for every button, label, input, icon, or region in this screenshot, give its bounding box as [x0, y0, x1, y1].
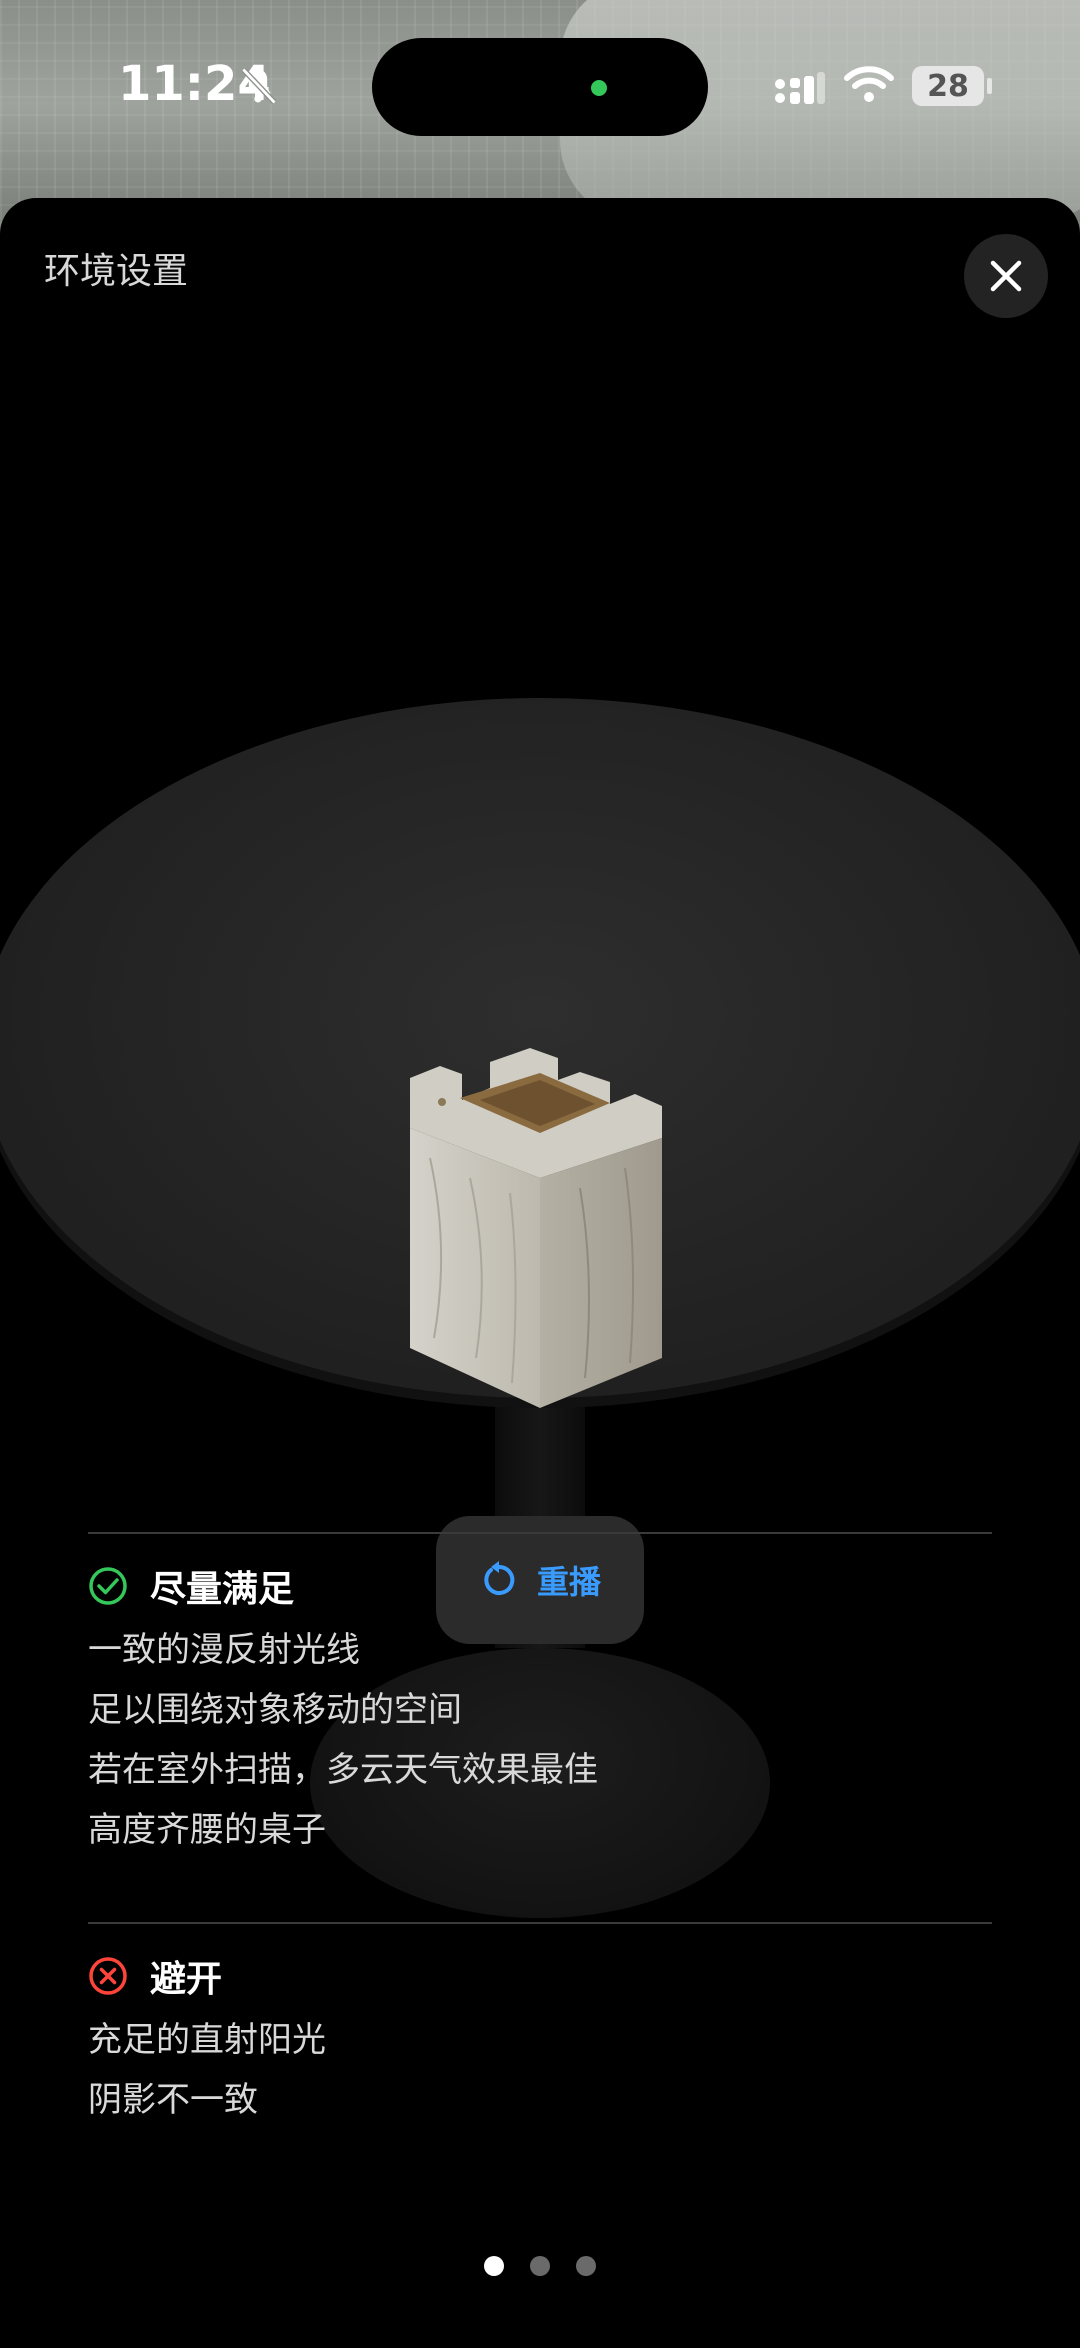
page-dot-active[interactable]	[484, 2256, 504, 2276]
do-item: 足以围绕对象移动的空间	[88, 1690, 462, 1730]
page-indicator[interactable]	[484, 2256, 596, 2276]
avoid-section-title: 避开	[150, 1959, 223, 2000]
camera-indicator-dot	[591, 80, 607, 96]
battery-level: 28	[927, 68, 969, 104]
wooden-tower-object	[410, 1048, 662, 1408]
battery-indicator: 28	[912, 66, 984, 106]
section-divider	[88, 1532, 992, 1534]
do-section-title: 尽量满足	[150, 1569, 295, 1610]
sheet-title: 环境设置	[44, 251, 189, 292]
replay-icon	[484, 1561, 515, 1595]
close-button[interactable]	[964, 234, 1048, 318]
do-item: 高度齐腰的桌子	[88, 1810, 326, 1850]
cellular-signal-icon	[775, 72, 825, 104]
avoid-section-header: 避开	[88, 1950, 222, 2002]
avoid-item: 充足的直射阳光	[88, 2020, 326, 2060]
wifi-icon	[844, 66, 894, 102]
status-bar: 11:24 28	[0, 0, 1080, 180]
dynamic-island	[372, 38, 708, 136]
do-section-header: 尽量满足	[88, 1560, 294, 1612]
close-icon	[990, 260, 1022, 292]
page-dot[interactable]	[530, 2256, 550, 2276]
bell-muted-icon	[241, 67, 277, 105]
battery-tip	[987, 78, 992, 94]
replay-label: 重播	[536, 1563, 601, 1601]
x-circle-icon	[89, 1957, 127, 1995]
section-divider	[88, 1922, 992, 1924]
avoid-item: 阴影不一致	[88, 2080, 258, 2120]
do-item: 若在室外扫描，多云天气效果最佳	[88, 1750, 598, 1790]
environment-settings-sheet: 环境设置 重播 尽量满足 一致的漫反射光线 足以围绕对象移动的空间 若在室外扫描…	[0, 198, 1080, 2348]
do-item: 一致的漫反射光线	[88, 1630, 360, 1670]
page-dot[interactable]	[576, 2256, 596, 2276]
replay-button[interactable]: 重播	[436, 1516, 644, 1644]
check-circle-icon	[89, 1567, 127, 1605]
